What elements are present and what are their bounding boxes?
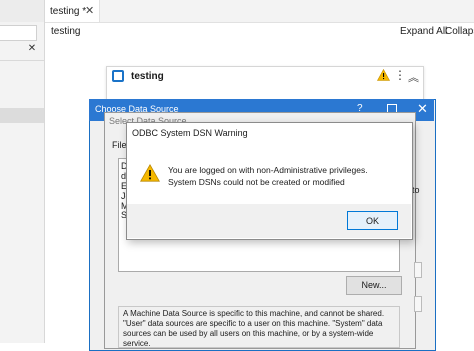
warning-message: You are logged on with non-Administrativ… (168, 165, 368, 187)
tab-label: testing * (50, 6, 87, 17)
warning-icon[interactable] (376, 68, 391, 83)
tab-close-icon[interactable]: ✕ (85, 4, 94, 17)
close-icon[interactable]: ✕ (417, 101, 428, 117)
side-control[interactable] (414, 296, 422, 312)
left-panel-input[interactable] (0, 25, 37, 41)
data-flow-icon (112, 70, 124, 82)
card-title: testing (131, 71, 164, 82)
collapse-button[interactable]: Collapse (445, 26, 474, 37)
left-panel-header (0, 0, 44, 22)
side-label: to (412, 185, 420, 195)
left-panel (0, 0, 45, 343)
warning-icon (140, 163, 160, 184)
dialog-title: ODBC System DSN Warning (132, 128, 248, 138)
close-icon[interactable]: ✕ (26, 43, 38, 55)
tab-bar (45, 0, 474, 23)
left-panel-selected-item[interactable] (0, 108, 44, 123)
expand-all-button[interactable]: Expand All (400, 26, 447, 37)
new-button[interactable]: New... (346, 276, 402, 295)
info-text: A Machine Data Source is specific to thi… (123, 309, 385, 348)
chevron-up-icon[interactable]: ︽ (408, 69, 419, 85)
file-tab[interactable]: File (112, 140, 127, 150)
side-control[interactable] (414, 262, 422, 278)
more-options-icon[interactable]: ⋮ (394, 69, 406, 81)
divider (0, 60, 44, 61)
page-title: testing (51, 26, 81, 37)
ok-button[interactable]: OK (347, 211, 398, 230)
